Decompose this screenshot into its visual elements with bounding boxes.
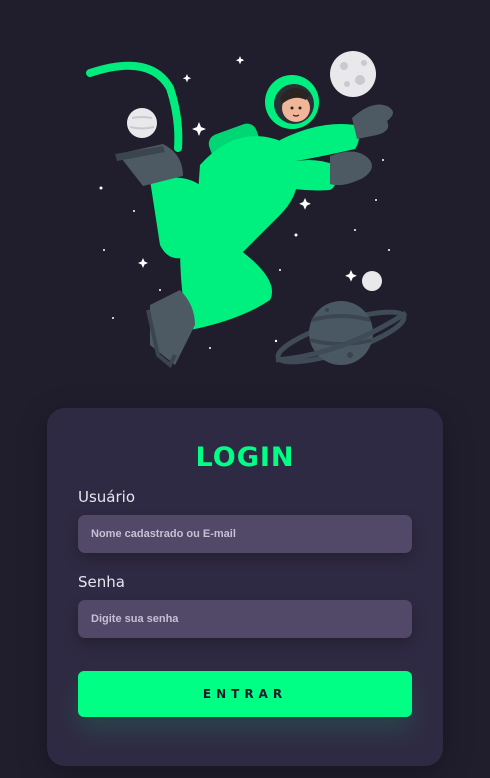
login-page: LOGIN Usuário Senha ENTRAR	[0, 0, 490, 778]
login-card: LOGIN Usuário Senha ENTRAR	[47, 408, 443, 766]
username-label: Usuário	[78, 488, 136, 506]
moon-small-icon	[127, 108, 157, 138]
username-input[interactable]	[78, 515, 412, 553]
astronaut-illustration	[86, 51, 408, 369]
password-input[interactable]	[78, 600, 412, 638]
submit-button[interactable]: ENTRAR	[78, 671, 412, 717]
moon-tiny-icon	[362, 271, 382, 291]
password-label: Senha	[78, 573, 125, 591]
moon-large-icon	[330, 51, 376, 97]
planet-saturn-icon	[275, 301, 408, 365]
login-title: LOGIN	[195, 442, 295, 473]
